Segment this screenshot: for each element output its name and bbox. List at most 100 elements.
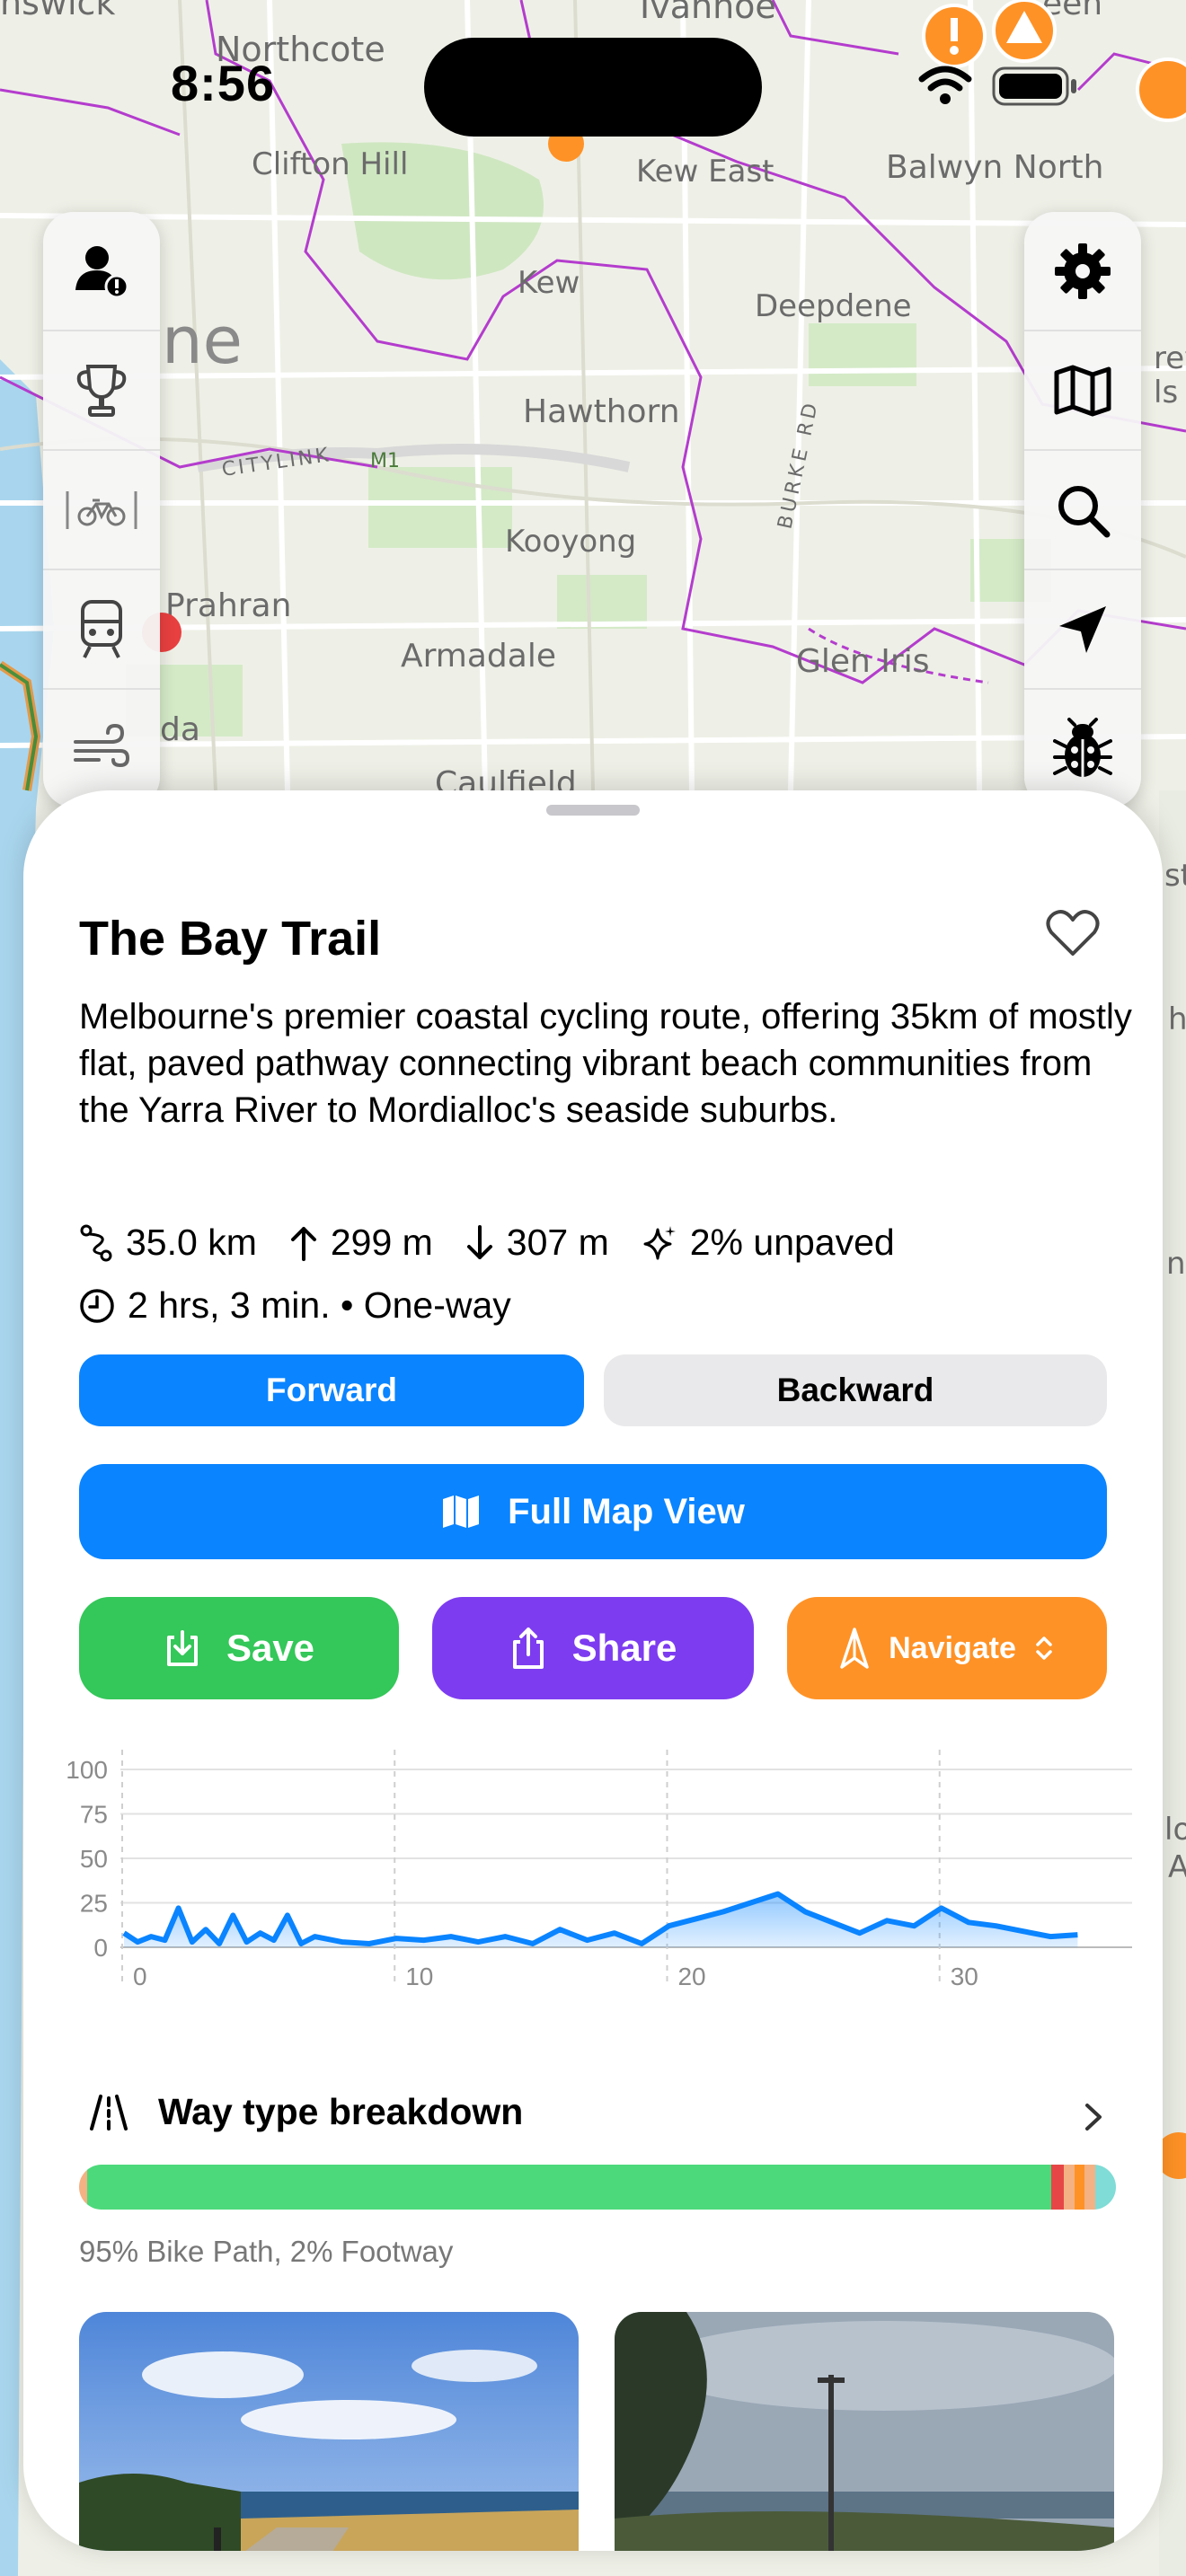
trophy-button[interactable]	[43, 331, 160, 451]
photo-seaside-lamp	[615, 2312, 1114, 2551]
ascent-value: 299 m	[330, 1222, 433, 1263]
map-label-edge-5: n	[1166, 1246, 1186, 1282]
location-arrow-icon	[1059, 605, 1106, 653]
share-button[interactable]: Share	[432, 1597, 754, 1699]
map-label-deepdene: Deepdene	[755, 288, 912, 324]
way-type-segment	[87, 2165, 1052, 2210]
bug-icon	[1053, 717, 1112, 777]
x-tick-label: 10	[405, 1963, 433, 1990]
map-label-edge-7: A	[1168, 1849, 1186, 1885]
dynamic-island	[424, 38, 762, 137]
clock-icon	[80, 1288, 114, 1323]
way-type-title: Way type breakdown	[158, 2091, 524, 2132]
save-button[interactable]: Save	[79, 1597, 399, 1699]
y-tick-label: 75	[80, 1801, 108, 1829]
settings-button[interactable]	[1024, 212, 1141, 331]
map-icon	[1054, 365, 1111, 416]
way-type-segment	[79, 2165, 88, 2210]
heart-icon[interactable]	[1046, 909, 1100, 957]
route-photo-2[interactable]	[615, 2312, 1114, 2551]
search-button[interactable]	[1024, 451, 1141, 570]
way-type-segment	[1051, 2165, 1065, 2210]
way-type-segment	[1064, 2165, 1075, 2210]
map-label-glen-iris: Glen Iris	[796, 643, 929, 680]
x-tick-label: 20	[677, 1963, 705, 1990]
sparkles-icon	[643, 1225, 676, 1259]
map-label-edge-3: st	[1164, 858, 1186, 894]
full-map-view-button[interactable]: Full Map View	[79, 1464, 1107, 1559]
battery-icon	[992, 66, 1076, 106]
user-alert-icon	[75, 245, 129, 298]
map-label-edge-2: ls	[1154, 375, 1178, 410]
bike-layer-button[interactable]	[43, 451, 160, 570]
map-label-hawthorn: Hawthorn	[523, 393, 680, 430]
chevron-up-down-icon	[1036, 1636, 1052, 1660]
share-icon	[512, 1628, 544, 1669]
route-distance-icon	[80, 1224, 112, 1261]
wifi-icon	[918, 66, 972, 104]
way-type-bar	[79, 2165, 1116, 2210]
sheet-grabber[interactable]	[546, 805, 640, 816]
map-label-armadale: Armadale	[401, 638, 556, 675]
right-toolbar	[1024, 212, 1141, 807]
save-label: Save	[226, 1627, 315, 1669]
y-tick-label: 50	[80, 1845, 108, 1873]
arrow-down-icon	[466, 1224, 492, 1259]
map-label-edge-1: rey	[1154, 340, 1186, 376]
trophy-icon	[76, 364, 127, 417]
y-tick-label: 100	[66, 1756, 108, 1784]
left-toolbar	[43, 212, 160, 807]
gear-icon	[1055, 243, 1111, 299]
map-label-kew: Kew	[518, 265, 580, 301]
arrow-up-icon	[290, 1226, 316, 1261]
search-icon	[1058, 485, 1111, 537]
map-label-m1: M1	[370, 450, 400, 472]
map-label-melbourne: ne	[162, 303, 243, 378]
way-type-segment	[1094, 2165, 1116, 2210]
train-layer-button[interactable]	[43, 570, 160, 690]
way-type-caption: 95% Bike Path, 2% Footway	[79, 2235, 454, 2268]
status-time: 8:56	[171, 55, 276, 111]
full-map-view-label: Full Map View	[508, 1491, 745, 1531]
map-label-kooyong: Kooyong	[505, 524, 636, 560]
direction-backward-button[interactable]: Backward	[604, 1354, 1107, 1426]
map-label-prahran: Prahran	[165, 587, 291, 624]
navigate-label: Navigate	[889, 1630, 1016, 1665]
distance-value: 35.0 km	[126, 1222, 257, 1263]
duration-value: 2 hrs, 3 min. • One-way	[128, 1284, 511, 1326]
user-alert-button[interactable]	[43, 212, 160, 331]
route-stats: 35.0 km 299 m 307 m 2% unpaved	[79, 1222, 927, 1264]
elevation-chart[interactable]: 100 75 50 25 0 0 10 20 30	[59, 1742, 1137, 2066]
map-label-edge-6: lo	[1164, 1812, 1186, 1848]
route-title: The Bay Trail	[79, 912, 382, 966]
route-detail-sheet: The Bay Trail Melbourne's premier coasta…	[23, 790, 1163, 2551]
share-label: Share	[571, 1627, 677, 1669]
route-duration: 2 hrs, 3 min. • One-way	[79, 1284, 511, 1327]
map-label-edge-4: h	[1168, 1001, 1186, 1037]
way-type-header[interactable]: Way type breakdown	[79, 2091, 523, 2133]
compass-needle-icon	[840, 1628, 869, 1669]
map-icon	[443, 1495, 480, 1528]
download-icon	[166, 1630, 198, 1666]
unpaved-value: 2% unpaved	[689, 1222, 895, 1263]
direction-forward-button[interactable]: Forward	[79, 1354, 584, 1426]
x-tick-label: 30	[951, 1963, 978, 1990]
y-tick-label: 0	[93, 1934, 108, 1962]
wind-icon	[74, 723, 130, 767]
train-icon	[81, 599, 122, 658]
road-icon	[90, 2094, 128, 2130]
route-photo-1[interactable]	[79, 2312, 579, 2551]
map-label-da: da	[160, 711, 200, 748]
status-bar: 8:56	[0, 0, 1186, 171]
chevron-right-icon[interactable]	[1084, 2102, 1103, 2132]
map-style-button[interactable]	[1024, 331, 1141, 451]
y-tick-label: 25	[80, 1890, 108, 1918]
descent-value: 307 m	[506, 1222, 609, 1263]
my-location-button[interactable]	[1024, 570, 1141, 690]
bike-icon	[66, 490, 137, 529]
navigate-button[interactable]: Navigate	[787, 1597, 1107, 1699]
way-type-segment	[1074, 2165, 1085, 2210]
route-description: Melbourne's premier coastal cycling rout…	[79, 997, 1132, 1130]
way-type-segment	[1084, 2165, 1095, 2210]
photo-beach-path	[79, 2312, 579, 2551]
